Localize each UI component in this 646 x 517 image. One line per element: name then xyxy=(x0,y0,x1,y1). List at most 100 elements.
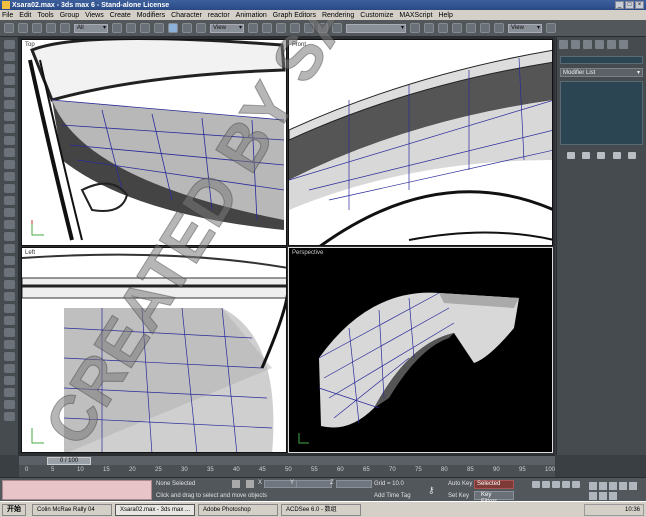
tool-strip-icon[interactable] xyxy=(4,352,15,361)
tool-strip-icon[interactable] xyxy=(4,208,15,217)
key-filters-button[interactable]: Key Filters... xyxy=(474,491,514,505)
absolute-mode-icon[interactable] xyxy=(246,480,254,488)
tool-strip-icon[interactable] xyxy=(4,196,15,205)
task-acdsee[interactable]: ACDSee 6.0 - 数组 xyxy=(281,503,361,516)
time-slider[interactable]: 0 / 100 xyxy=(19,455,555,465)
select-object-icon[interactable] xyxy=(112,23,122,33)
render-scene-icon[interactable] xyxy=(494,23,504,33)
tool-strip-icon[interactable] xyxy=(4,112,15,121)
remove-modifier-icon[interactable] xyxy=(612,152,621,159)
tool-strip-icon[interactable] xyxy=(4,100,15,109)
menu-animation[interactable]: Animation xyxy=(236,12,267,19)
window-crossing-icon[interactable] xyxy=(154,23,164,33)
viewport-left[interactable]: Left xyxy=(21,247,287,453)
link-icon[interactable] xyxy=(32,23,42,33)
y-coord-field[interactable] xyxy=(296,480,332,488)
tool-strip-icon[interactable] xyxy=(4,136,15,145)
angle-snap-icon[interactable] xyxy=(290,23,300,33)
tool-strip-icon[interactable] xyxy=(4,172,15,181)
lock-selection-icon[interactable] xyxy=(232,480,240,488)
hierarchy-tab-icon[interactable] xyxy=(583,40,592,49)
tool-strip-icon[interactable] xyxy=(4,376,15,385)
selection-filter-dropdown[interactable]: All xyxy=(74,23,108,33)
undo-icon[interactable] xyxy=(4,23,14,33)
tool-strip-icon[interactable] xyxy=(4,316,15,325)
viewport-label-front[interactable]: Front xyxy=(292,42,306,48)
motion-tab-icon[interactable] xyxy=(595,40,604,49)
tool-strip-icon[interactable] xyxy=(4,88,15,97)
tool-strip-icon[interactable] xyxy=(4,268,15,277)
edit-named-selection-icon[interactable] xyxy=(332,23,342,33)
track-bar[interactable]: 0 5 10 15 20 25 30 35 40 45 50 55 60 65 70 75 80 85 90 95 10… xyxy=(19,465,555,477)
mirror-icon[interactable] xyxy=(410,23,420,33)
menu-maxscript[interactable]: MAXScript xyxy=(399,12,432,19)
zoom-extents-all-icon[interactable] xyxy=(619,482,627,490)
tool-strip-icon[interactable] xyxy=(4,388,15,397)
menu-graph-editors[interactable]: Graph Editors xyxy=(273,12,316,19)
go-to-end-icon[interactable] xyxy=(572,481,580,488)
z-coord-field[interactable] xyxy=(336,480,372,488)
tool-strip-icon[interactable] xyxy=(4,304,15,313)
arc-rotate-icon[interactable] xyxy=(599,492,607,500)
viewport-top[interactable]: Top xyxy=(21,39,287,246)
bind-space-warp-icon[interactable] xyxy=(60,23,70,33)
tool-strip-icon[interactable] xyxy=(4,256,15,265)
select-manipulate-icon[interactable] xyxy=(262,23,272,33)
menu-create[interactable]: Create xyxy=(110,12,131,19)
tool-strip-icon[interactable] xyxy=(4,76,15,85)
menu-tools[interactable]: Tools xyxy=(37,12,53,19)
next-frame-icon[interactable] xyxy=(562,481,570,488)
ref-coord-dropdown[interactable]: View xyxy=(210,23,244,33)
tool-strip-icon[interactable] xyxy=(4,124,15,133)
tool-strip-icon[interactable] xyxy=(4,184,15,193)
modify-tab-icon[interactable] xyxy=(571,40,580,49)
task-photoshop[interactable]: Adobe Photoshop xyxy=(198,503,278,516)
tool-strip-icon[interactable] xyxy=(4,340,15,349)
modifier-stack[interactable] xyxy=(560,81,643,145)
menu-edit[interactable]: Edit xyxy=(19,12,31,19)
modifier-list-dropdown[interactable]: Modifier List xyxy=(560,68,643,77)
menu-customize[interactable]: Customize xyxy=(360,12,393,19)
show-end-result-icon[interactable] xyxy=(582,152,591,159)
auto-key-button[interactable]: Auto Key xyxy=(448,481,472,487)
menu-views[interactable]: Views xyxy=(85,12,104,19)
align-icon[interactable] xyxy=(424,23,434,33)
tool-strip-icon[interactable] xyxy=(4,244,15,253)
start-button[interactable]: 开始 xyxy=(2,503,26,516)
viewport-label-top[interactable]: Top xyxy=(25,42,35,48)
add-time-tag[interactable]: Add Time Tag xyxy=(374,493,411,499)
tool-strip-icon[interactable] xyxy=(4,292,15,301)
named-selection-dropdown[interactable] xyxy=(346,23,406,33)
snap-toggle-icon[interactable] xyxy=(276,23,286,33)
pin-stack-icon[interactable] xyxy=(566,152,575,159)
previous-frame-icon[interactable] xyxy=(542,481,550,488)
task-3dsmax[interactable]: Xsara02.max - 3ds max ... xyxy=(115,503,195,516)
display-tab-icon[interactable] xyxy=(607,40,616,49)
tool-strip-icon[interactable] xyxy=(4,64,15,73)
maximize-viewport-icon[interactable] xyxy=(609,492,617,500)
viewport-front[interactable]: Front xyxy=(288,39,553,246)
tool-strip-icon[interactable] xyxy=(4,412,15,421)
close-button[interactable]: × xyxy=(635,1,644,9)
percent-snap-icon[interactable] xyxy=(304,23,314,33)
minimize-button[interactable]: _ xyxy=(615,1,624,9)
render-view-dropdown[interactable]: View xyxy=(508,23,542,33)
unlink-icon[interactable] xyxy=(46,23,56,33)
task-colin-mcrae[interactable]: Colin McRae Rally 04 xyxy=(32,503,112,516)
spinner-snap-icon[interactable] xyxy=(318,23,328,33)
menu-rendering[interactable]: Rendering xyxy=(322,12,354,19)
pivot-center-icon[interactable] xyxy=(248,23,258,33)
play-icon[interactable] xyxy=(552,481,560,488)
menu-character[interactable]: Character xyxy=(171,12,202,19)
zoom-extents-icon[interactable] xyxy=(609,482,617,490)
viewport-label-perspective[interactable]: Perspective xyxy=(292,250,323,256)
tool-strip-icon[interactable] xyxy=(4,364,15,373)
set-key-button[interactable]: Set Key xyxy=(448,493,469,499)
tool-strip-icon[interactable] xyxy=(4,160,15,169)
layer-manager-icon[interactable] xyxy=(438,23,448,33)
menu-reactor[interactable]: reactor xyxy=(208,12,230,19)
curve-editor-icon[interactable] xyxy=(452,23,462,33)
configure-modifier-sets-icon[interactable] xyxy=(628,152,637,159)
rotate-icon[interactable] xyxy=(182,23,192,33)
field-of-view-icon[interactable] xyxy=(629,482,637,490)
